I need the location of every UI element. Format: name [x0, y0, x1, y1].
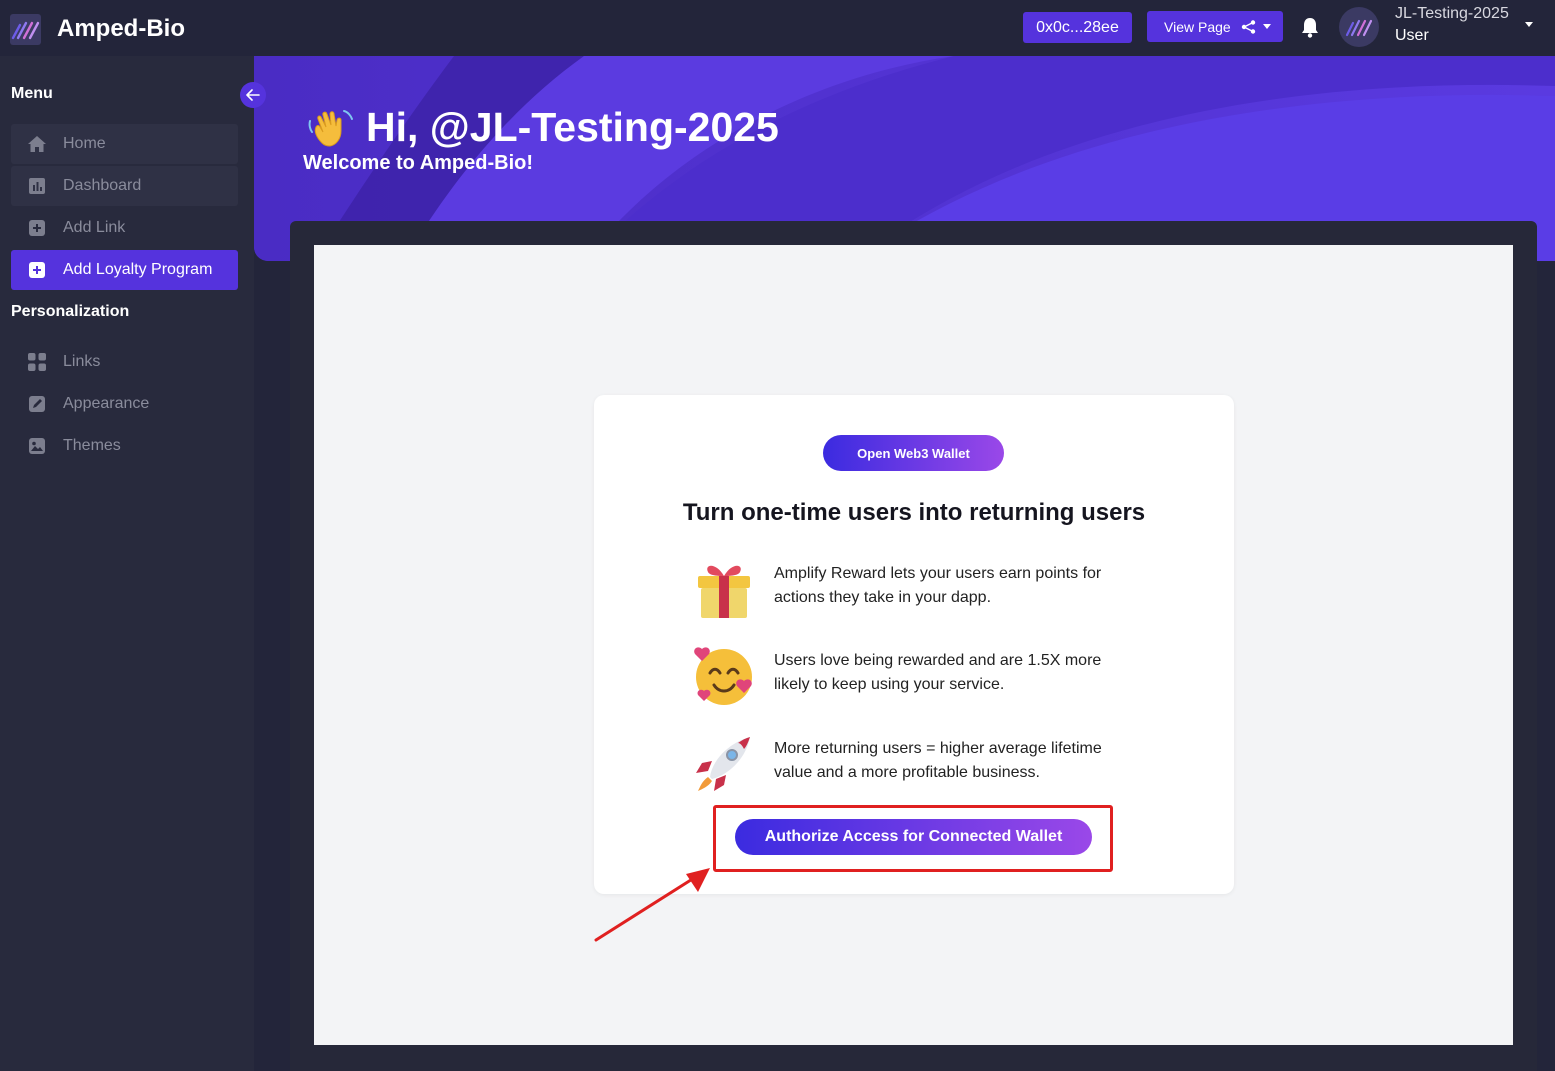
sidebar-item-label: Add Link — [63, 219, 126, 236]
sidebar-item-dashboard[interactable]: Dashboard — [11, 166, 238, 206]
sidebar-item-themes[interactable]: Themes — [11, 426, 238, 466]
caret-down-icon — [1262, 24, 1271, 29]
feature-text-rewards: Amplify Reward lets your users earn poin… — [774, 565, 1102, 606]
chart-icon — [27, 176, 47, 196]
bell-icon[interactable] — [1300, 16, 1320, 43]
view-page-label: View Page — [1164, 18, 1231, 35]
image-icon — [27, 436, 47, 456]
sidebar-item-label: Appearance — [63, 395, 150, 412]
user-role: User — [1395, 27, 1429, 44]
greeting-heading: Hi, @JL-Testing-2025 — [308, 104, 779, 151]
top-bar: Amped-Bio 0x0c...28ee View Page JL-Testi… — [0, 0, 1555, 56]
feature-text-lifetime-value: More returning users = higher average li… — [774, 740, 1102, 781]
sidebar-item-home[interactable]: Home — [11, 124, 238, 164]
sidebar-item-add-loyalty-program[interactable]: Add Loyalty Program — [11, 250, 238, 290]
plus-square-icon — [27, 260, 47, 280]
wallet-address-label: 0x0c...28ee — [1036, 18, 1119, 36]
sidebar-item-appearance[interactable]: Appearance — [11, 384, 238, 424]
authorize-wallet-label: Authorize Access for Connected Wallet — [764, 828, 1063, 845]
avatar[interactable] — [1339, 7, 1379, 47]
welcome-subtitle: Welcome to Amped-Bio! — [303, 152, 534, 174]
wallet-address-button[interactable]: 0x0c...28ee — [1023, 12, 1132, 43]
logo-icon[interactable] — [10, 14, 41, 45]
share-icon — [1241, 19, 1255, 34]
sidebar-item-label: Themes — [63, 437, 121, 454]
open-web3-wallet-label: Open Web3 Wallet — [857, 445, 970, 461]
gift-icon — [692, 556, 756, 620]
plus-square-icon — [27, 218, 47, 238]
rocket-icon — [692, 731, 756, 795]
brush-icon — [27, 394, 47, 414]
sidebar-item-label: Links — [63, 353, 101, 370]
authorize-wallet-button[interactable]: Authorize Access for Connected Wallet — [735, 819, 1092, 855]
sidebar-item-add-link[interactable]: Add Link — [11, 208, 238, 248]
sidebar-item-links[interactable]: Links — [11, 342, 238, 382]
menu-section-title: Menu — [11, 85, 53, 102]
collapse-sidebar-button[interactable] — [240, 82, 266, 108]
grid-icon — [27, 352, 47, 372]
home-icon — [27, 134, 47, 154]
view-page-button[interactable]: View Page — [1147, 11, 1283, 42]
user-name[interactable]: JL-Testing-2025 — [1395, 5, 1509, 23]
card-heading: Turn one-time users into returning users — [682, 499, 1146, 526]
sidebar-item-label: Dashboard — [63, 177, 142, 194]
app-title: Amped-Bio — [57, 15, 185, 42]
greeting-text: Hi, @JL-Testing-2025 — [366, 104, 779, 150]
annotation-arrow-icon — [594, 868, 710, 942]
smiling-hearts-icon — [692, 643, 756, 707]
user-menu-caret-icon[interactable] — [1525, 22, 1533, 27]
open-web3-wallet-button[interactable]: Open Web3 Wallet — [823, 435, 1004, 471]
feature-text-retention: Users love being rewarded and are 1.5X m… — [774, 652, 1102, 693]
sidebar-item-label: Add Loyalty Program — [63, 261, 213, 278]
personalization-section-title: Personalization — [11, 303, 130, 320]
arrow-left-icon — [246, 89, 260, 101]
sidebar-item-label: Home — [63, 135, 106, 152]
waving-hand-icon — [308, 109, 353, 147]
